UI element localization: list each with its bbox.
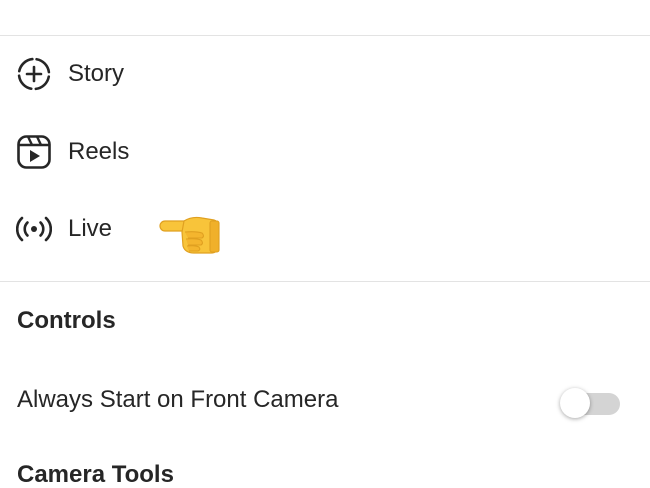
menu-item-label: Story <box>68 60 125 87</box>
menu-item-reels[interactable]: Reels <box>0 124 650 180</box>
story-add-icon <box>16 56 52 92</box>
section-divider <box>0 281 650 282</box>
front-camera-toggle[interactable] <box>560 387 622 418</box>
live-broadcast-icon <box>16 211 52 247</box>
top-divider <box>0 35 650 36</box>
menu-item-label: Live <box>68 215 113 242</box>
reels-icon <box>16 134 52 170</box>
menu-item-story[interactable]: Story <box>0 46 650 102</box>
controls-section-title: Controls <box>17 307 116 334</box>
menu-item-label: Reels <box>68 138 130 165</box>
front-camera-setting-row: Always Start on Front Camera <box>0 372 650 428</box>
backhand-index-pointing-left-emoji <box>159 216 220 254</box>
menu-item-live[interactable]: Live <box>0 201 650 257</box>
camera-tools-section-title: Camera Tools <box>17 461 174 488</box>
front-camera-setting-label: Always Start on Front Camera <box>17 386 339 413</box>
toggle-knob <box>560 388 590 418</box>
camera-settings-screen: Story Reels Live Controls Always Start o… <box>0 0 650 488</box>
